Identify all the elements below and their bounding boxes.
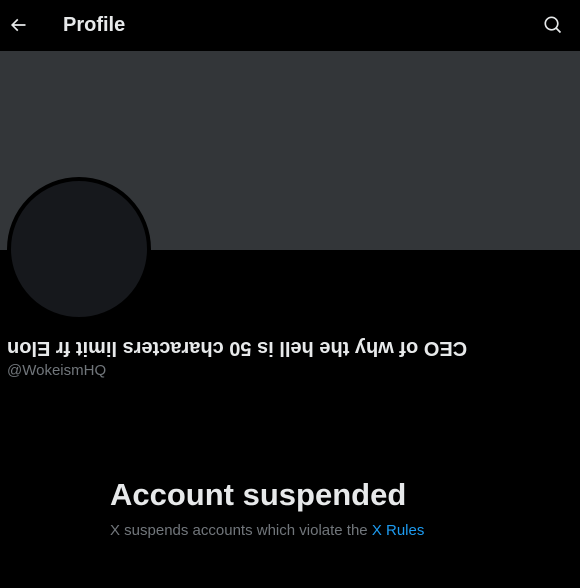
arrow-left-icon	[10, 18, 26, 32]
suspended-message: X suspends accounts which violate the X …	[110, 521, 424, 541]
display-name: CEO of why the hell is 50 characters lim…	[7, 337, 468, 359]
profile-handle: @WokeismHQ	[7, 362, 107, 379]
suspended-title: Account suspended	[110, 477, 407, 512]
back-button[interactable]	[2, 8, 34, 42]
avatar[interactable]	[7, 177, 151, 321]
page-title: Profile	[63, 14, 126, 36]
top-bar: Profile	[0, 0, 580, 51]
x-rules-link[interactable]: X Rules	[372, 522, 425, 539]
search-button[interactable]	[538, 10, 568, 40]
suspended-message-text: X suspends accounts which violate the	[110, 522, 368, 539]
search-icon	[544, 16, 562, 34]
